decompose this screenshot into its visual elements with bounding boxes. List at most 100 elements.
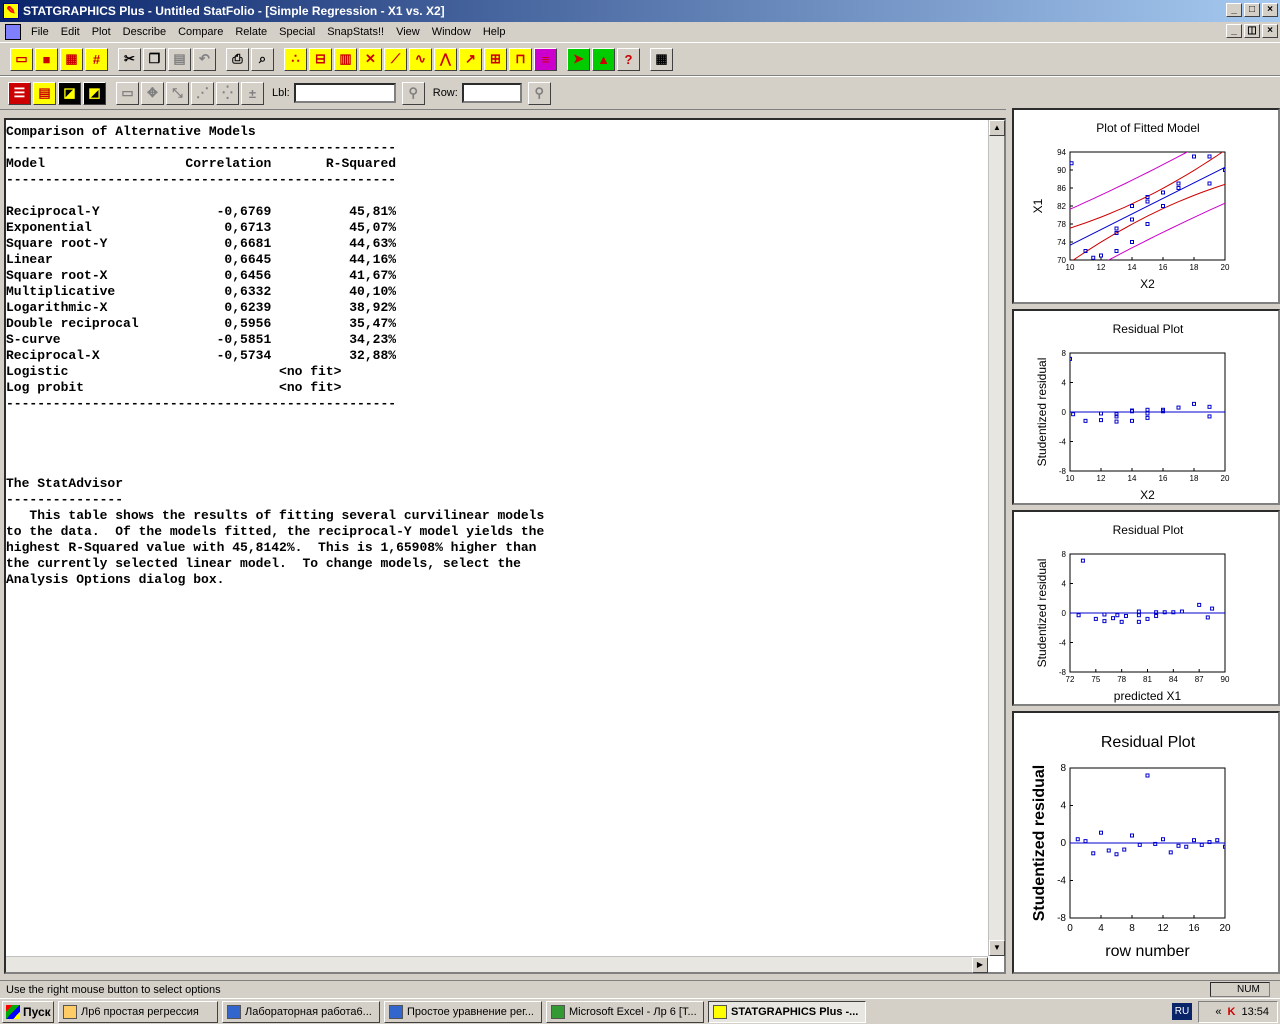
data-grid-icon[interactable]: ▦ [60,47,83,71]
surface-plot-icon[interactable]: ⊞ [484,47,507,71]
row-input[interactable] [461,83,522,103]
data-point [1145,411,1150,416]
tabular-options-icon[interactable]: ◪ [58,81,81,105]
anova-icon[interactable]: ≡ [534,47,557,71]
menu-compare[interactable]: Compare [172,23,229,41]
paste-icon[interactable]: ▤ [168,47,191,71]
minimize-button[interactable]: _ [1226,3,1242,17]
control-chart-icon[interactable]: ⊓ [509,47,532,71]
y-tick-label: 4 [1062,379,1067,388]
task-folder[interactable]: Лр6 простая регрессия [58,1000,218,1023]
calculator-grid-icon[interactable]: # [85,47,108,71]
system-tray: « K 13:54 [1198,1001,1278,1023]
y-tick-label: 0 [1062,609,1067,618]
y-tick-label: 82 [1057,202,1066,211]
menu-special[interactable]: Special [273,23,321,41]
residual-x2-panel[interactable]: Residual Plot 10 12 14 16 18 20 8 4 0 -4 -8 X2 Studen… [1012,309,1280,505]
mdi-minimize-button[interactable]: _ [1226,24,1242,38]
bar-chart-icon[interactable]: ▥ [334,47,357,71]
label-input[interactable] [293,83,396,103]
analysis-toolbar: ☰ ▤ ◪ ◩ ▭ ✥ ⤡ ⋰ ⁛ ± Lbl: ⚲ Row: ⚲ [0,76,1280,110]
plus-minus-icon[interactable]: ± [241,81,264,105]
main-toolbar: ▭ ■ ▦ # ✂ ❐ ▤ ↶ ⎙ ⌕ ∴ ⊟ ▥ ✕ ⟋ ∿ ⋀ ↗ ⊞ ⊓ … [0,42,1280,76]
scroll-down-icon[interactable]: ▼ [989,940,1005,956]
statreporter-icon[interactable]: ▲ [592,47,615,71]
data-point [1114,852,1119,857]
jitter-icon[interactable]: ⁛ [216,81,239,105]
report-rule: ----------------------------------------… [6,172,397,187]
x-tick-label: 14 [1128,474,1137,483]
document-icon[interactable] [5,24,21,40]
maximize-button[interactable]: □ [1244,3,1260,17]
menu-view[interactable]: View [390,23,426,41]
menu-file[interactable]: File [25,23,55,41]
table-row: Square root-Y 0,6681 44,63% [6,236,397,251]
menu-help[interactable]: Help [477,23,512,41]
scatter-plot-icon[interactable]: ∴ [284,47,307,71]
data-point [1137,842,1142,847]
regression-icon[interactable]: ⟋ [384,47,407,71]
save-icon[interactable]: ■ [35,47,58,71]
distribution-icon[interactable]: ⋀ [434,47,457,71]
binoculars-icon[interactable]: ⚲ [401,81,425,105]
undo-icon[interactable]: ↶ [193,47,216,71]
box-plot-icon[interactable]: ⊟ [309,47,332,71]
menu-edit[interactable]: Edit [55,23,86,41]
task-excel[interactable]: Microsoft Excel - Лр 6 [Т... [546,1000,704,1023]
menu-window[interactable]: Window [426,23,477,41]
x-tick-label: 0 [1067,923,1073,934]
task-word-2[interactable]: Простое уравнение рег... [384,1000,542,1023]
data-point [1099,418,1103,423]
analysis-options-icon[interactable]: ▤ [33,81,56,105]
graphical-options-icon[interactable]: ◩ [83,81,106,105]
mdi-restore-button[interactable]: ◫ [1244,24,1260,38]
menu-plot[interactable]: Plot [86,23,117,41]
data-point [1199,842,1204,847]
zoom-icon[interactable]: ⤡ [166,81,189,105]
task-statgraphics[interactable]: STATGRAPHICS Plus -... [708,1000,866,1023]
x-tick-label: 20 [1219,923,1231,934]
language-indicator[interactable]: RU [1172,1003,1192,1020]
tray-expand-icon[interactable]: « [1215,1006,1221,1018]
open-folder-icon[interactable]: ▭ [10,47,33,71]
menu-describe[interactable]: Describe [117,23,172,41]
menu-relate[interactable]: Relate [229,23,273,41]
row-binoculars-icon[interactable]: ⚲ [527,81,551,105]
start-button[interactable]: Пуск [2,1000,54,1023]
fitted-model-panel[interactable]: Plot of Fitted Model 10 12 14 16 18 20 94 90 86 82… [1012,108,1280,304]
save-results-icon[interactable]: ▭ [116,81,139,105]
y-tick-label: 4 [1062,580,1067,589]
cut-icon[interactable]: ✂ [118,47,141,71]
line-chart-icon[interactable]: ∿ [409,47,432,71]
menu-snapstats[interactable]: SnapStats!! [321,23,390,41]
data-point [1176,843,1181,848]
mdi-close-button[interactable]: × [1262,24,1278,38]
close-button[interactable]: × [1262,3,1278,17]
statwizard-icon[interactable]: ➤ [567,47,590,71]
pan-icon[interactable]: ✥ [141,81,164,105]
advisor-title: The StatAdvisor [6,476,124,491]
copy-icon[interactable]: ❐ [143,47,166,71]
scroll-right-icon[interactable]: ▶ [972,957,988,973]
brush-icon[interactable]: ⋰ [191,81,214,105]
calculator-icon[interactable]: ▦ [650,47,673,71]
task-word-1[interactable]: Лабораторная работа6... [222,1000,380,1023]
print-icon[interactable]: ⎙ [226,47,249,71]
data-point [1176,405,1181,410]
help-icon[interactable]: ? [617,47,640,71]
antivirus-icon[interactable]: K [1228,1006,1236,1018]
data-point [1154,613,1159,618]
data-point [1130,240,1134,244]
table-row: Multiplicative 0,6332 40,10% [6,284,397,299]
input-dialog-icon[interactable]: ☰ [8,81,31,105]
trend-icon[interactable]: ↗ [459,47,482,71]
xy-plot-icon[interactable]: ✕ [359,47,382,71]
print-preview-icon[interactable]: ⌕ [251,47,274,71]
residual-row-panel[interactable]: Residual Plot 0 4 8 12 16 20 8 4 0 -4 -8 row number S… [1012,711,1280,974]
vertical-scrollbar[interactable]: ▲ ▼ [988,120,1005,956]
horizontal-scrollbar[interactable]: ▶ [6,956,988,973]
scroll-up-icon[interactable]: ▲ [989,120,1005,136]
residual-predicted-panel[interactable]: Residual Plot 72 75 78 81 84 87 90 8 4 0 -4 -8 predic… [1012,510,1280,706]
